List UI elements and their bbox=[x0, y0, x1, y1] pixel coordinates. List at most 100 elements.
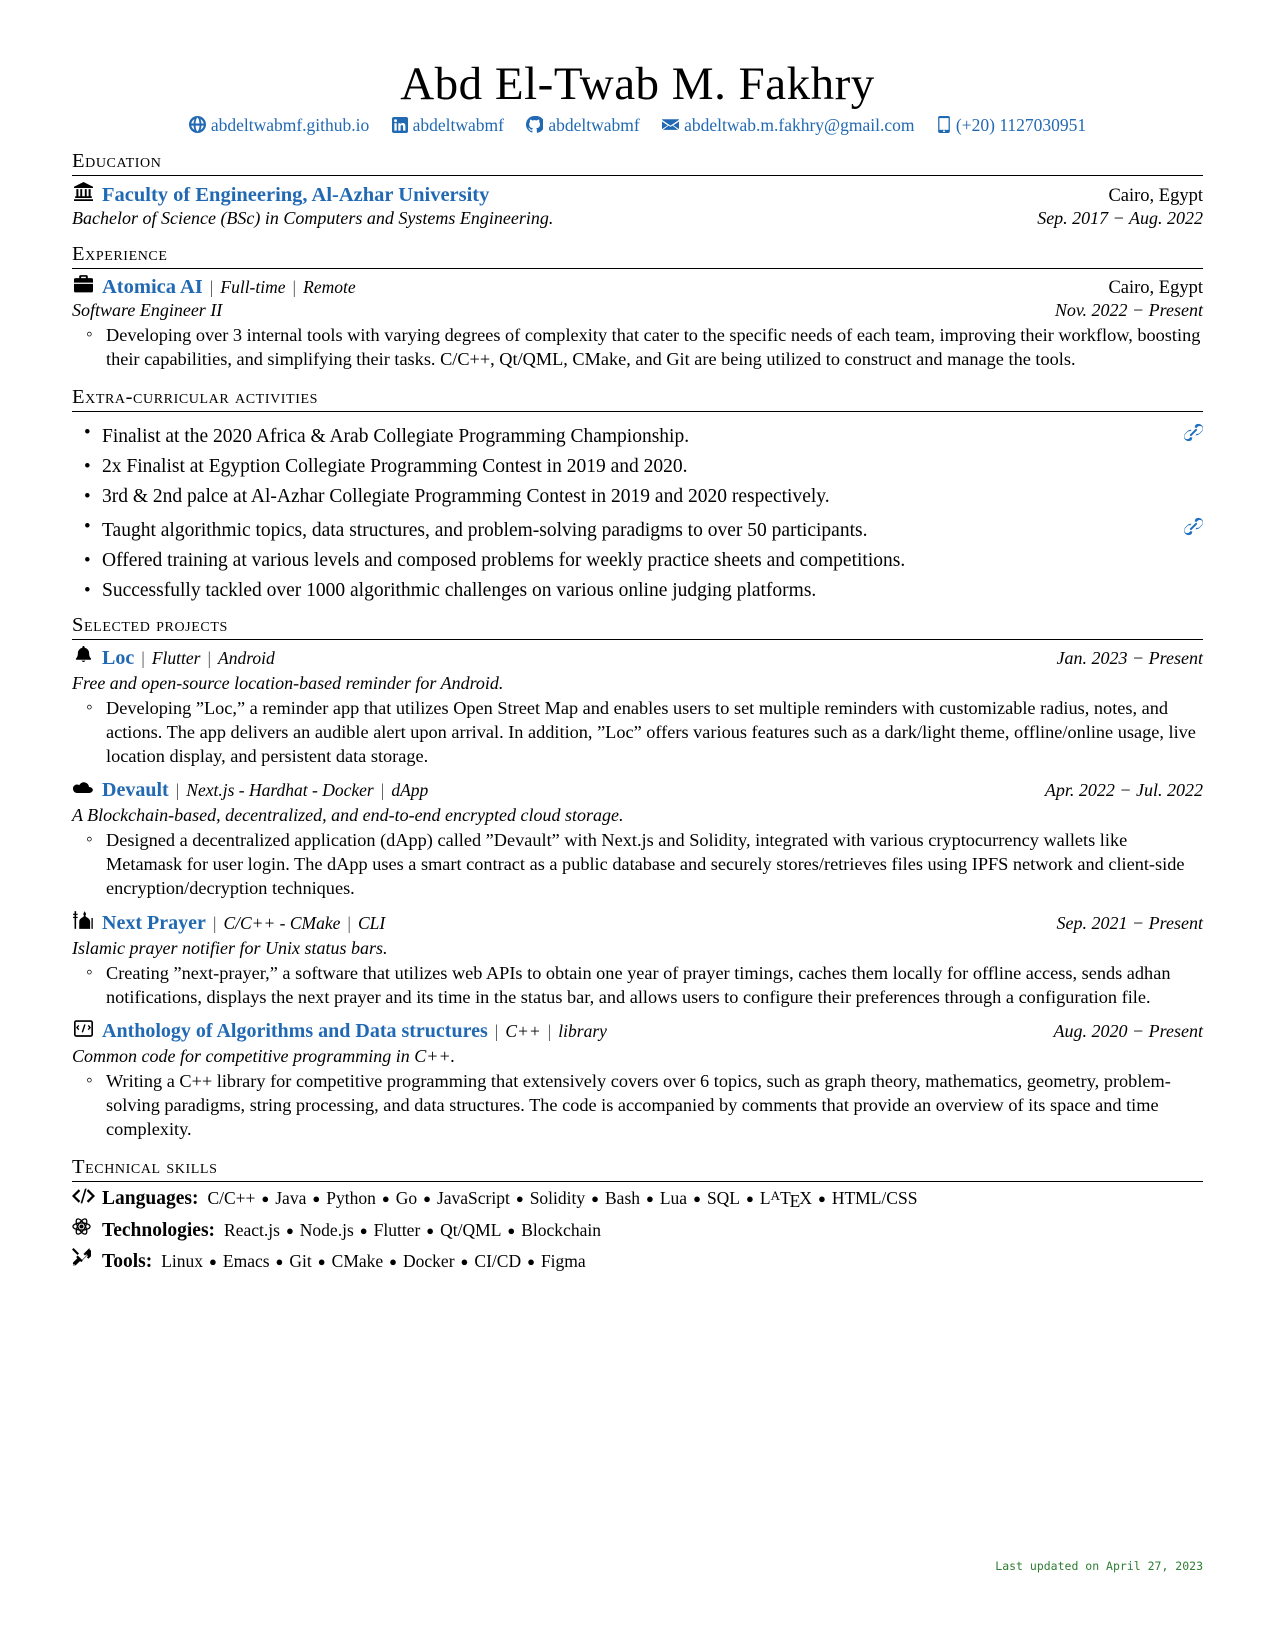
last-updated: Last updated on April 27, 2023 bbox=[995, 1559, 1203, 1573]
project-name[interactable]: Next Prayer bbox=[102, 912, 206, 935]
skill-value: C/C++ bbox=[207, 1187, 256, 1208]
contact-email[interactable]: abdeltwab.m.fakhry@gmail.com bbox=[662, 115, 915, 136]
education-degree: Bachelor of Science (BSc) in Computers a… bbox=[72, 208, 554, 229]
skill-value: Qt/QML bbox=[440, 1220, 502, 1241]
separator-dot: ● bbox=[591, 1190, 599, 1206]
skill-values: React.js ● Node.js ● Flutter ● Qt/QML ● Blockcha… bbox=[224, 1220, 601, 1241]
project-tag: Android bbox=[218, 648, 275, 669]
page-title: Abd El-Twab M. Fakhry bbox=[400, 58, 875, 110]
project-bullets: Creating ”next-prayer,” a software that … bbox=[72, 961, 1203, 1010]
project-dates: Aug. 2020 − Present bbox=[1053, 1021, 1203, 1042]
section-rule bbox=[72, 175, 1203, 177]
project-dates: Jan. 2023 − Present bbox=[1056, 648, 1203, 669]
separator: | bbox=[175, 780, 180, 801]
project-entry: Loc | Flutter | Android Jan. 2023 − Pres… bbox=[72, 646, 1203, 769]
contact-website[interactable]: abdeltwabmf.github.io bbox=[188, 115, 370, 136]
section-rule bbox=[72, 411, 1203, 413]
skill-value: JavaScript bbox=[436, 1187, 510, 1208]
experience-tag: Remote bbox=[303, 277, 356, 298]
separator: | bbox=[207, 648, 212, 669]
skill-value: CMake bbox=[331, 1250, 384, 1271]
project-bullets: Writing a C++ library for competitive pr… bbox=[72, 1069, 1203, 1142]
contact-phone-text: (+20) 1127030951 bbox=[955, 115, 1087, 136]
contact-phone[interactable]: (+20) 1127030951 bbox=[937, 115, 1086, 136]
contact-linkedin-text: abdeltwabmf bbox=[412, 115, 504, 136]
contact-bar: abdeltwabmf.github.io abdeltwabmf abdelt… bbox=[72, 115, 1203, 136]
contact-github[interactable]: abdeltwabmf bbox=[526, 115, 640, 136]
project-name[interactable]: Anthology of Algorithms and Data structu… bbox=[102, 1020, 488, 1043]
separator: | bbox=[494, 1021, 499, 1042]
list-item: Successfully tackled over 1000 algorithm… bbox=[84, 579, 1203, 601]
university-icon bbox=[72, 182, 94, 202]
section-heading-experience: Experience bbox=[72, 243, 168, 266]
separator-dot: ● bbox=[389, 1253, 398, 1269]
project-summary: A Blockchain-based, decentralized, and e… bbox=[72, 805, 624, 826]
separator: | bbox=[547, 1021, 552, 1042]
experience-role: Software Engineer II bbox=[72, 300, 223, 321]
phone-icon bbox=[937, 116, 951, 134]
project-entry: Next Prayer | C/C++ - CMake | CLI Sep. 2… bbox=[72, 911, 1203, 1010]
list-item: Finalist at the 2020 Africa & Arab Colle… bbox=[84, 423, 1204, 447]
mosque-icon bbox=[72, 911, 94, 929]
project-tag: CLI bbox=[357, 913, 386, 934]
project-name[interactable]: Devault bbox=[102, 779, 169, 802]
list-item: Developing over 3 internal tools with va… bbox=[86, 323, 1203, 372]
project-tag: Flutter bbox=[151, 648, 201, 669]
skill-values: Linux ● Emacs ● Git ● CMake ● Docker ● CI/CD ● Figma bbox=[161, 1251, 585, 1272]
project-bullets: Designed a decentralized application (dA… bbox=[72, 828, 1203, 901]
link-icon[interactable] bbox=[1183, 517, 1204, 541]
skill-label: Technologies: bbox=[102, 1220, 216, 1242]
contact-website-text: abdeltwabmf.github.io bbox=[210, 115, 370, 136]
education-org[interactable]: Faculty of Engineering, Al-Azhar Univers… bbox=[102, 184, 489, 207]
separator-dot: ● bbox=[426, 1223, 435, 1239]
experience-location: Cairo, Egypt bbox=[1108, 278, 1203, 299]
section-rule bbox=[72, 1180, 1203, 1182]
separator-dot: ● bbox=[693, 1190, 701, 1206]
globe-icon bbox=[188, 116, 206, 134]
list-item: 3rd & 2nd palce at Al-Azhar Collegiate P… bbox=[84, 487, 1203, 507]
separator-dot: ● bbox=[818, 1190, 826, 1206]
separator: | bbox=[212, 913, 217, 934]
skill-value: Docker bbox=[403, 1250, 455, 1271]
separator-dot: ● bbox=[460, 1253, 469, 1269]
code-icon bbox=[72, 1188, 102, 1204]
project-dates: Apr. 2022 − Jul. 2022 bbox=[1044, 780, 1203, 801]
skill-row-languages: Languages: C/C++ ● Java ● Python ● Go ● JavaScri… bbox=[72, 1188, 1203, 1212]
experience-tag: Full-time bbox=[220, 277, 286, 298]
experience-org[interactable]: Atomica AI bbox=[102, 276, 203, 299]
skill-value: React.js bbox=[224, 1220, 280, 1241]
skill-value: Linux bbox=[161, 1250, 204, 1271]
project-tag: C++ bbox=[505, 1021, 541, 1042]
project-summary: Common code for competitive programming … bbox=[72, 1046, 456, 1067]
section-rule bbox=[72, 639, 1203, 641]
separator-dot: ● bbox=[317, 1253, 326, 1269]
section-heading-education: Education bbox=[72, 150, 162, 173]
education-dates: Sep. 2017 − Aug. 2022 bbox=[1037, 208, 1203, 229]
project-tag: library bbox=[558, 1021, 607, 1042]
list-item-text: Successfully tackled over 1000 algorithm… bbox=[102, 579, 817, 601]
list-item: Offered training at various levels and c… bbox=[84, 551, 1203, 571]
separator: | bbox=[380, 780, 385, 801]
separator-dot: ● bbox=[275, 1253, 284, 1269]
separator-dot: ● bbox=[746, 1190, 754, 1206]
atom-icon bbox=[72, 1217, 102, 1236]
contact-linkedin[interactable]: abdeltwabmf bbox=[391, 115, 504, 136]
experience-dates: Nov. 2022 − Present bbox=[1054, 300, 1203, 321]
skill-value: Go bbox=[395, 1187, 418, 1208]
list-item-text: 2x Finalist at Egyption Collegiate Progr… bbox=[102, 455, 688, 477]
skill-value: CI/CD bbox=[474, 1250, 522, 1271]
skill-value: Bash bbox=[605, 1187, 640, 1208]
link-icon[interactable] bbox=[1183, 423, 1204, 447]
education-entry: Faculty of Engineering, Al-Azhar Univers… bbox=[72, 182, 1203, 229]
github-icon bbox=[526, 116, 544, 134]
skill-value: Java bbox=[275, 1187, 307, 1208]
bell-icon bbox=[72, 646, 94, 664]
skill-value: Node.js bbox=[299, 1220, 354, 1241]
separator-dot: ● bbox=[261, 1190, 270, 1206]
briefcase-icon bbox=[72, 275, 94, 293]
contact-github-text: abdeltwabmf bbox=[548, 115, 640, 136]
extracurricular-list: Finalist at the 2020 Africa & Arab Colle… bbox=[72, 423, 1204, 601]
list-item: Developing ”Loc,” a reminder app that ut… bbox=[86, 696, 1203, 769]
resume-page: Abd El-Twab M. Fakhry abdeltwabmf.github… bbox=[0, 0, 1275, 1650]
project-name[interactable]: Loc bbox=[102, 647, 134, 670]
